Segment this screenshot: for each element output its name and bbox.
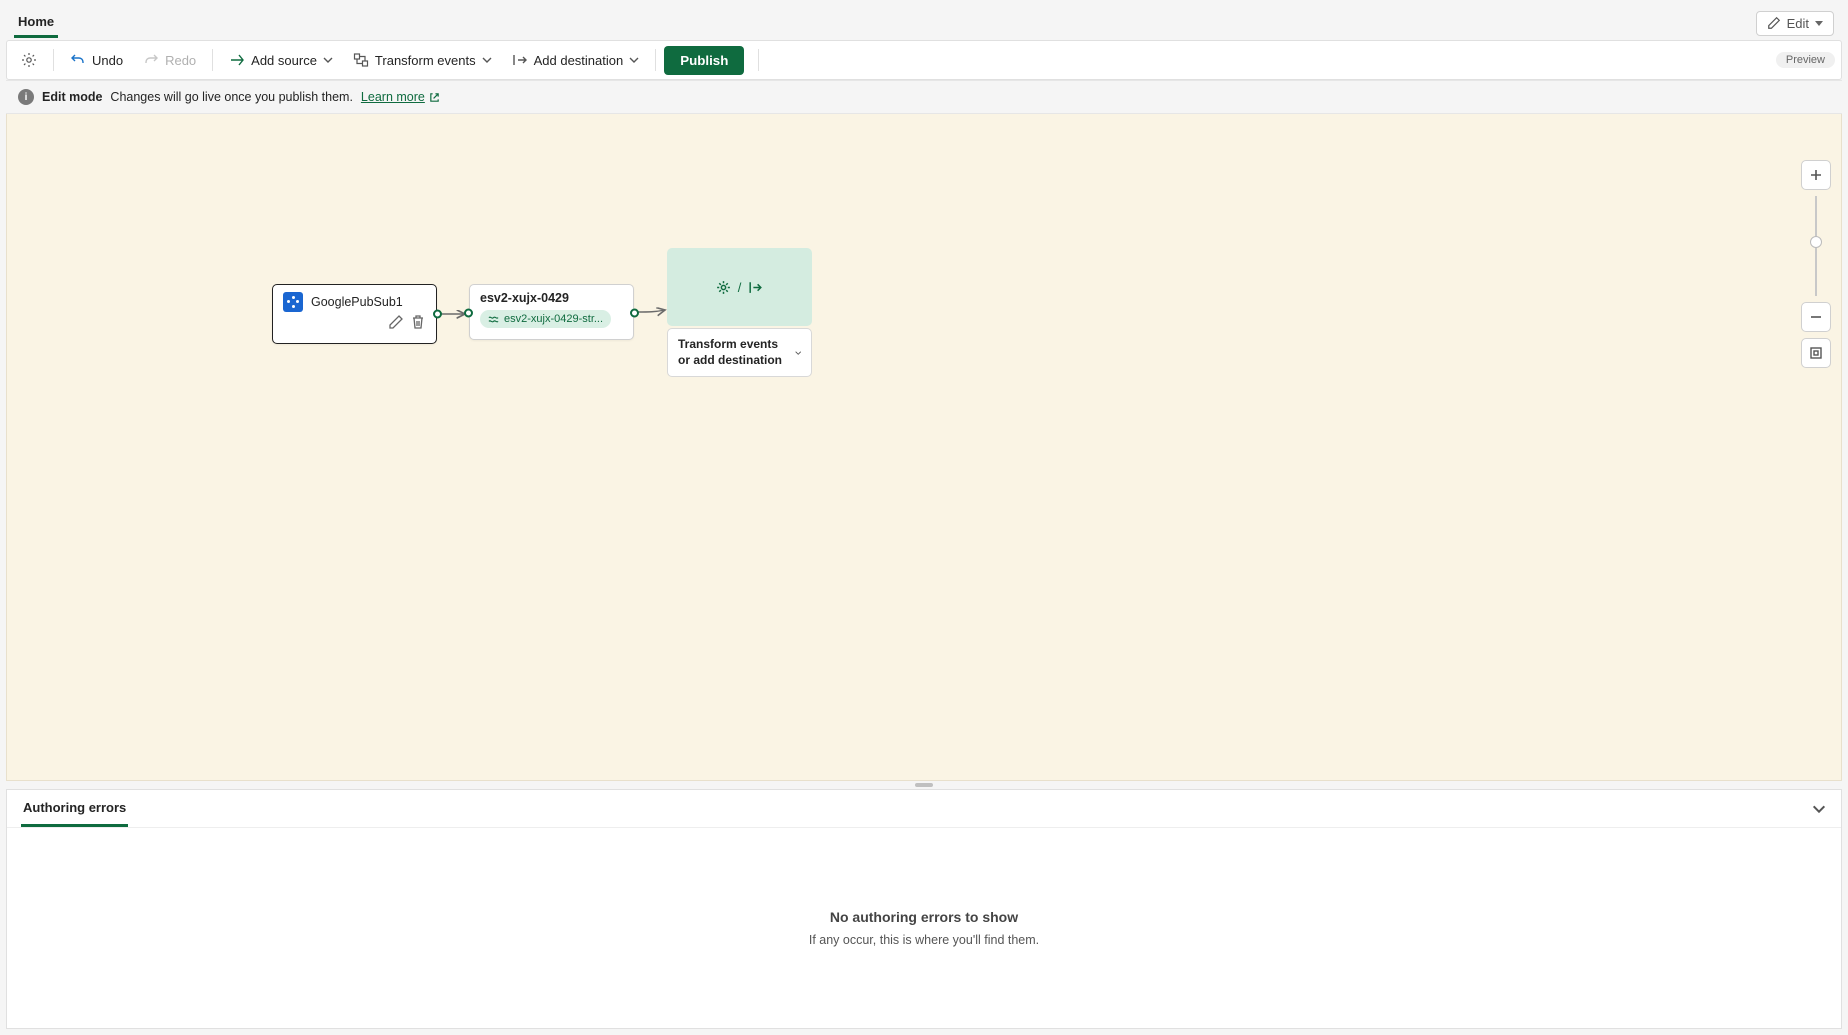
empty-state-subtitle: If any occur, this is where you'll find …	[809, 933, 1039, 947]
toolbar-separator	[758, 49, 759, 71]
info-bar: i Edit mode Changes will go live once yo…	[6, 80, 1842, 114]
toolbar-separator	[655, 49, 656, 71]
toolbar: Undo Redo Add source Transform events Ad…	[6, 40, 1842, 80]
node-stream[interactable]: esv2-xujx-0429 esv2-xujx-0429-str...	[469, 284, 634, 340]
learn-more-link[interactable]: Learn more	[361, 90, 440, 104]
bottom-panel: Authoring errors No authoring errors to …	[6, 789, 1842, 1029]
node-source[interactable]: GooglePubSub1	[272, 284, 437, 344]
google-pubsub-icon	[283, 292, 303, 312]
toolbar-separator	[212, 49, 213, 71]
preview-badge: Preview	[1776, 52, 1835, 68]
plus-icon	[1809, 168, 1823, 182]
add-destination-icon	[512, 52, 528, 68]
port-input[interactable]	[464, 309, 473, 318]
fit-to-screen-button[interactable]	[1801, 338, 1831, 368]
gear-icon	[21, 52, 37, 68]
port-output[interactable]	[433, 310, 442, 319]
undo-label: Undo	[92, 53, 123, 68]
node-delete-button[interactable]	[410, 314, 426, 330]
zoom-slider-thumb[interactable]	[1810, 236, 1822, 248]
publish-button[interactable]: Publish	[664, 46, 744, 75]
destination-placeholder-preview[interactable]: /	[667, 248, 812, 326]
info-icon: i	[18, 89, 34, 105]
learn-more-label: Learn more	[361, 90, 425, 104]
caret-down-icon	[1815, 21, 1823, 26]
fit-icon	[1809, 346, 1823, 360]
tab-home[interactable]: Home	[14, 8, 58, 38]
port-output[interactable]	[630, 309, 639, 318]
separator: /	[738, 280, 742, 295]
external-link-icon	[429, 92, 440, 103]
canvas[interactable]: GooglePubSub1 esv2-xujx-0429	[6, 114, 1842, 781]
redo-button[interactable]: Redo	[135, 46, 204, 74]
add-destination-label: Add destination	[534, 53, 624, 68]
edit-dropdown-label: Edit	[1787, 16, 1809, 31]
node-edit-button[interactable]	[388, 314, 404, 330]
destination-icon	[747, 279, 764, 296]
undo-button[interactable]: Undo	[62, 46, 131, 74]
redo-icon	[143, 52, 159, 68]
undo-icon	[70, 52, 86, 68]
panel-resize-handle[interactable]	[6, 781, 1842, 789]
pencil-icon	[388, 314, 404, 330]
trash-icon	[410, 314, 426, 330]
empty-state-title: No authoring errors to show	[830, 909, 1018, 925]
panel-body: No authoring errors to show If any occur…	[7, 828, 1841, 1028]
edges-layer	[7, 114, 1841, 780]
pencil-icon	[1767, 16, 1781, 30]
destination-placeholder-dropdown[interactable]: Transform events or add destination	[667, 328, 812, 377]
settings-button[interactable]	[13, 46, 45, 74]
stream-icon	[488, 314, 499, 325]
chevron-down-icon	[323, 55, 333, 65]
transform-icon	[353, 52, 369, 68]
add-source-label: Add source	[251, 53, 317, 68]
transform-events-button[interactable]: Transform events	[345, 46, 500, 74]
stream-chip-label: esv2-xujx-0429-str...	[504, 313, 603, 325]
chevron-down-icon	[629, 55, 639, 65]
info-mode-label: Edit mode	[42, 90, 102, 104]
zoom-in-button[interactable]	[1801, 160, 1831, 190]
node-destination-placeholder: / Transform events or add destination	[667, 248, 812, 377]
info-message: Changes will go live once you publish th…	[110, 90, 353, 104]
node-source-title: GooglePubSub1	[311, 295, 403, 309]
zoom-controls	[1801, 160, 1831, 368]
destination-placeholder-label: Transform events or add destination	[678, 337, 789, 368]
edit-dropdown[interactable]: Edit	[1756, 11, 1834, 36]
minus-icon	[1809, 310, 1823, 324]
page-tabs-row: Home Edit	[6, 6, 1842, 40]
add-destination-button[interactable]: Add destination	[504, 46, 648, 74]
zoom-out-button[interactable]	[1801, 302, 1831, 332]
zoom-slider[interactable]	[1815, 196, 1817, 296]
node-stream-title: esv2-xujx-0429	[480, 291, 623, 305]
add-source-button[interactable]: Add source	[221, 46, 341, 74]
chevron-down-icon	[482, 55, 492, 65]
chevron-down-icon	[795, 347, 801, 359]
transform-label: Transform events	[375, 53, 476, 68]
toolbar-separator	[53, 49, 54, 71]
tab-authoring-errors[interactable]: Authoring errors	[21, 791, 128, 827]
add-source-icon	[229, 52, 245, 68]
stream-chip[interactable]: esv2-xujx-0429-str...	[480, 310, 611, 328]
redo-label: Redo	[165, 53, 196, 68]
collapse-panel-button[interactable]	[1811, 801, 1827, 817]
transform-icon	[715, 279, 732, 296]
